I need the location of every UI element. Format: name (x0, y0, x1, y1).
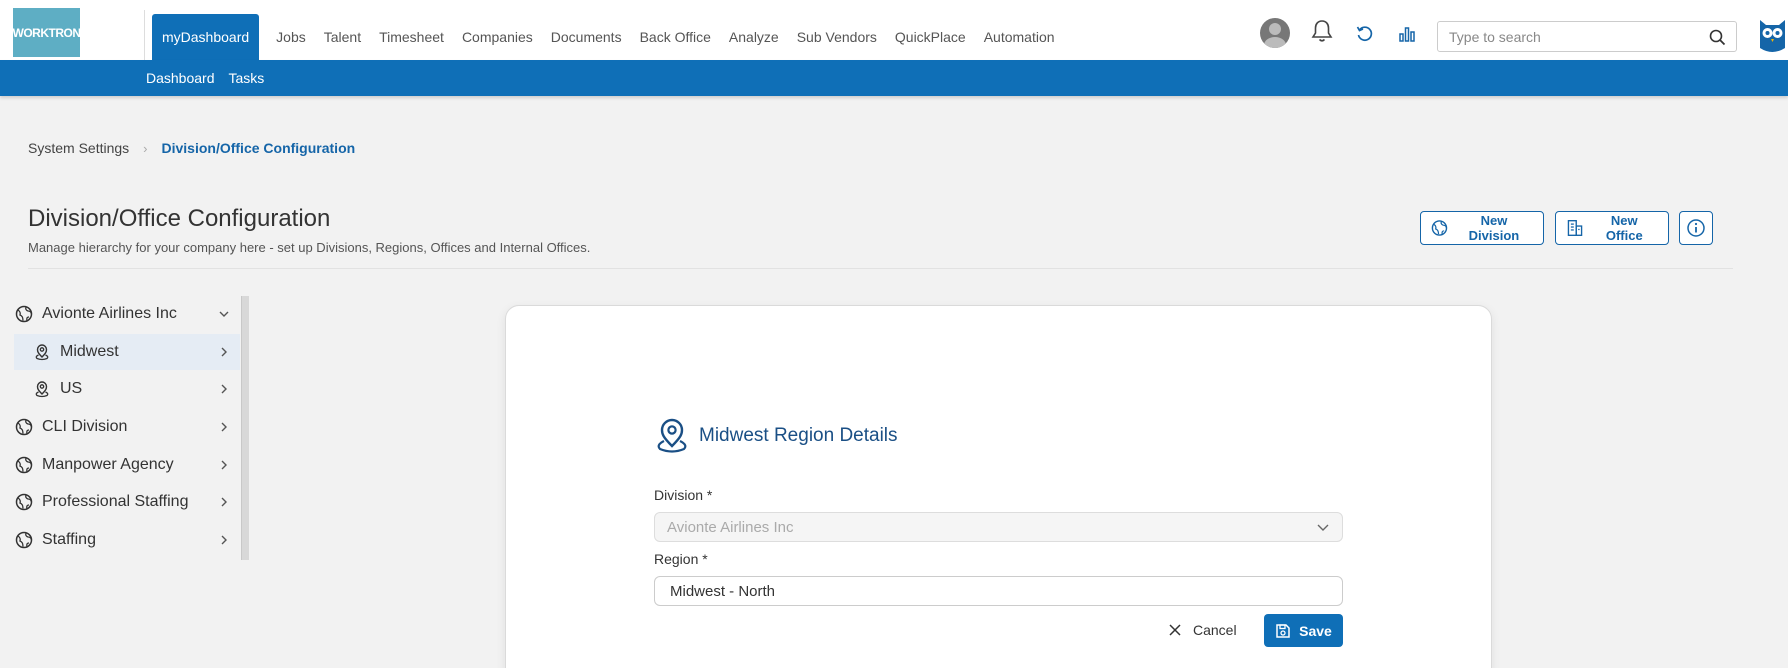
nav-item-sub-vendors[interactable]: Sub Vendors (788, 14, 886, 60)
location-pin-icon (32, 342, 52, 362)
region-field-label: Region * (654, 551, 708, 567)
search-input[interactable] (1449, 28, 1699, 46)
tree-item-professional-staffing[interactable]: Professional Staffing (14, 484, 240, 520)
search-icon[interactable] (1709, 29, 1726, 46)
location-pin-icon (32, 379, 52, 399)
bar-chart-icon[interactable] (1398, 25, 1416, 43)
owl-icon[interactable] (1757, 16, 1788, 54)
chevron-right-icon[interactable] (216, 494, 232, 510)
globe-icon (1431, 220, 1448, 236)
close-icon (1169, 624, 1181, 636)
logo-text: WORKTRON (12, 25, 82, 40)
tree-item-label: Staffing (42, 531, 96, 548)
subnav-item-dashboard[interactable]: Dashboard (146, 70, 215, 86)
nav-item-talent[interactable]: Talent (315, 14, 370, 60)
save-label: Save (1299, 622, 1332, 639)
globe-icon (14, 417, 34, 437)
user-avatar[interactable] (1260, 18, 1290, 48)
chevron-right-icon[interactable] (216, 344, 232, 360)
chevron-right-icon[interactable] (216, 457, 232, 473)
region-details-title: Midwest Region Details (699, 425, 898, 446)
search-box (1437, 21, 1737, 52)
save-button[interactable]: Save (1264, 614, 1343, 647)
nav-item-mydashboard[interactable]: myDashboard (152, 14, 260, 60)
tree-item-label: Manpower Agency (42, 456, 174, 473)
nav-item-documents[interactable]: Documents (542, 14, 631, 60)
globe-icon (14, 530, 34, 550)
top-navigation-bar: WORKTRON myDashboard Jobs Talent Timeshe… (0, 0, 1788, 60)
tree-item-label: US (60, 380, 83, 397)
subnav-item-tasks[interactable]: Tasks (229, 70, 265, 86)
nav-item-analyze[interactable]: Analyze (720, 14, 788, 60)
chevron-down-icon (1317, 524, 1329, 531)
new-office-button[interactable]: New Office (1555, 211, 1669, 245)
tree-item-avionte-airlines[interactable]: Avionte Airlines Inc (14, 296, 240, 332)
tree-item-manpower-agency[interactable]: Manpower Agency (14, 447, 240, 483)
page-title: Division/Office Configuration (28, 205, 331, 232)
globe-icon (14, 492, 34, 512)
chevron-right-icon[interactable] (216, 419, 232, 435)
header-divider (28, 268, 1733, 269)
breadcrumb: System Settings › Division/Office Config… (28, 140, 355, 156)
tree-item-label: Midwest (60, 343, 119, 360)
refresh-icon[interactable] (1356, 25, 1374, 43)
tree-item-us[interactable]: US (14, 371, 240, 407)
building-icon (1567, 220, 1583, 236)
bell-icon[interactable] (1311, 19, 1333, 43)
chevron-down-icon[interactable] (216, 306, 232, 322)
nav-item-automation[interactable]: Automation (975, 14, 1064, 60)
chevron-right-icon[interactable] (216, 381, 232, 397)
info-button[interactable] (1679, 211, 1713, 245)
tree-item-midwest[interactable]: Midwest (14, 334, 240, 370)
tree-item-label: Professional Staffing (42, 493, 189, 510)
worktron-logo[interactable]: WORKTRON (12, 8, 82, 57)
save-icon (1276, 623, 1290, 638)
cancel-button[interactable]: Cancel (1168, 614, 1237, 646)
location-pin-icon (657, 418, 687, 453)
nav-item-jobs[interactable]: Jobs (267, 14, 315, 60)
page-subtitle: Manage hierarchy for your company here -… (28, 240, 591, 255)
globe-icon (14, 304, 34, 324)
globe-icon (14, 455, 34, 475)
division-select-value: Avionte Airlines Inc (667, 519, 794, 536)
main-nav: myDashboard Jobs Talent Timesheet Compan… (152, 14, 1064, 60)
chevron-right-icon: › (143, 140, 148, 156)
sub-nav: Dashboard Tasks (146, 60, 278, 96)
region-input[interactable] (654, 576, 1343, 606)
info-icon (1687, 219, 1705, 237)
nav-divider (144, 10, 145, 60)
nav-item-back-office[interactable]: Back Office (631, 14, 720, 60)
cancel-label: Cancel (1193, 622, 1237, 638)
nav-item-quickplace[interactable]: QuickPlace (886, 14, 975, 60)
tree-item-label: CLI Division (42, 418, 128, 435)
new-office-label: New Office (1605, 213, 1643, 243)
new-division-label: New Division (1468, 213, 1520, 243)
nav-item-companies[interactable]: Companies (453, 14, 542, 60)
breadcrumb-system-settings[interactable]: System Settings (28, 140, 129, 156)
nav-item-timesheet[interactable]: Timesheet (370, 14, 453, 60)
tree-item-cli-division[interactable]: CLI Division (14, 409, 240, 445)
tree-scrollbar[interactable] (241, 296, 249, 560)
division-field-label: Division * (654, 487, 713, 503)
division-select[interactable]: Avionte Airlines Inc (654, 512, 1343, 542)
tree-item-label: Avionte Airlines Inc (42, 305, 177, 322)
tree-item-staffing[interactable]: Staffing (14, 522, 240, 558)
breadcrumb-current: Division/Office Configuration (161, 140, 356, 156)
new-division-button[interactable]: New Division (1420, 211, 1544, 245)
chevron-right-icon[interactable] (216, 532, 232, 548)
sub-navigation-bar: Dashboard Tasks (0, 60, 1788, 96)
